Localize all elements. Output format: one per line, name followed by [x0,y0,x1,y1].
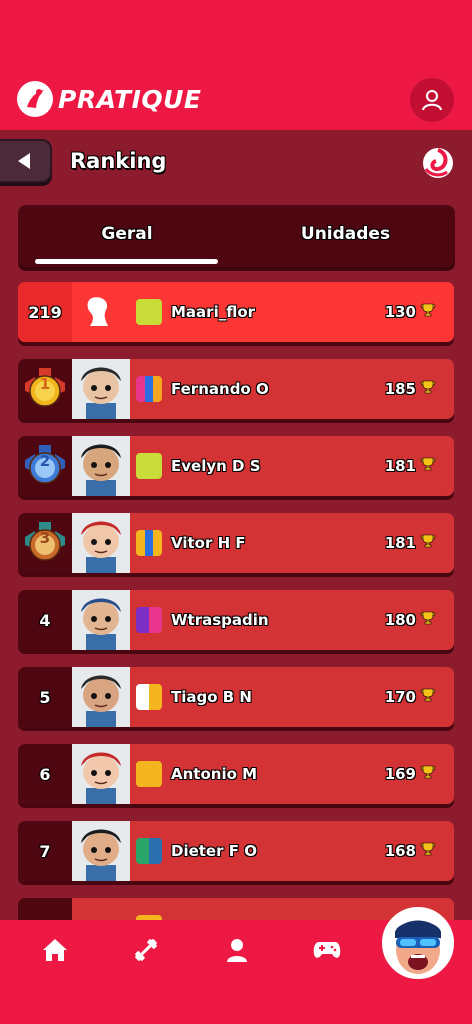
nav-games[interactable] [312,935,342,965]
player-score: 181 [385,513,436,573]
player-score: 180 [385,590,436,650]
trophy-icon [420,457,436,475]
ranking-row[interactable]: 6 Antonio M 169 [18,744,454,804]
player-name: Vitor H F [171,534,246,552]
unit-color-swatch [136,838,162,864]
player-name: Tiago B N [171,688,252,706]
ranking-row[interactable]: 2 Evelyn D S 181 [18,436,454,496]
player-avatar [72,436,130,496]
score-value: 168 [384,842,416,860]
player-name: Fernando O [171,380,269,398]
score-value: 185 [384,380,416,398]
brand-mark-icon [17,81,53,117]
swirl-icon[interactable] [420,145,456,185]
figure-avatar-icon [72,744,130,804]
medal-rank-number: 1 [39,375,51,393]
player-score: 168 [385,821,436,881]
rank-cell: 5 [18,667,72,727]
unit-color-swatch [136,530,162,556]
home-icon [43,939,67,961]
player-score: 170 [385,667,436,727]
ranking-row[interactable]: 3 Vitor H F 181 [18,513,454,573]
gamepad-icon [313,942,341,958]
ranking-row[interactable]: 4 Wtraspadin 180 [18,590,454,650]
page-title: Ranking [70,149,167,173]
figure-avatar-icon [72,667,130,727]
player-score: 181 [385,436,436,496]
medal-rank-number: 2 [39,452,51,470]
figure-avatar-icon [72,590,130,650]
active-tab-indicator [35,259,218,264]
trophy-icon [420,611,436,629]
rank-number: 219 [18,282,72,342]
score-value: 169 [384,765,416,783]
player-avatar [72,667,130,727]
player-name: Dieter F O [171,842,257,860]
player-name: Evelyn D S [171,457,261,475]
player-score: 130 [385,282,436,342]
trophy-icon [420,534,436,552]
player-score: 169 [385,744,436,804]
trophy-icon [420,688,436,706]
trophy-icon [420,765,436,783]
medal-rank-number: 3 [39,529,51,547]
nav-workout[interactable] [131,935,161,965]
player-avatar [72,590,130,650]
unit-color-swatch [136,299,162,325]
mascot-avatar-button[interactable] [382,907,454,979]
player-avatar [72,359,130,419]
score-value: 130 [384,303,416,321]
user-icon [422,90,442,111]
top-bar: PRATIQUE [0,0,472,130]
player-score: 185 [385,359,436,419]
back-button[interactable] [0,139,52,183]
unit-color-swatch [136,376,162,402]
user-icon [227,939,247,962]
unit-color-swatch [136,684,162,710]
mascot-face-icon [385,910,451,976]
dumbbell-icon [135,939,157,961]
brand-logo: PRATIQUE [17,81,202,117]
score-value: 180 [384,611,416,629]
unit-color-swatch [136,607,162,633]
score-value: 181 [384,457,416,475]
ranking-row[interactable]: 1 Fernando O 185 [18,359,454,419]
rank-cell: 1 [18,359,72,419]
tab-unidades[interactable]: Unidades [236,205,455,263]
rank-cell: 2 [18,436,72,496]
player-avatar [72,821,130,881]
player-name: Antonio M [171,765,258,783]
player-name: Wtraspadin [171,611,269,629]
figure-avatar-icon [72,436,130,496]
player-name: Maari_flor [171,303,256,321]
back-arrow-icon [18,153,30,169]
player-avatar [72,513,130,573]
figure-avatar-icon [72,359,130,419]
rank-cell: 3 [18,513,72,573]
score-value: 181 [384,534,416,552]
figure-avatar-icon [72,513,130,573]
score-value: 170 [384,688,416,706]
ranking-row[interactable]: 7 Dieter F O 168 [18,821,454,881]
figure-avatar-icon [72,821,130,881]
brand-name: PRATIQUE [58,84,202,114]
ranking-tabs: Geral Unidades [18,205,455,267]
ranking-row[interactable]: 5 Tiago B N 170 [18,667,454,727]
nav-home[interactable] [40,935,70,965]
tab-geral[interactable]: Geral [18,205,236,263]
nav-profile[interactable] [222,935,252,965]
rank-cell: 4 [18,590,72,650]
profile-button[interactable] [410,78,454,122]
unit-color-swatch [136,761,162,787]
unit-color-swatch [136,453,162,479]
rank-cell: 7 [18,821,72,881]
profile-silhouette-icon [86,296,112,332]
rank-cell: 6 [18,744,72,804]
my-ranking-row[interactable]: 219 Maari_flor 130 [18,282,454,342]
trophy-icon [420,842,436,860]
player-avatar [72,744,130,804]
trophy-icon [420,303,436,321]
trophy-icon [420,380,436,398]
